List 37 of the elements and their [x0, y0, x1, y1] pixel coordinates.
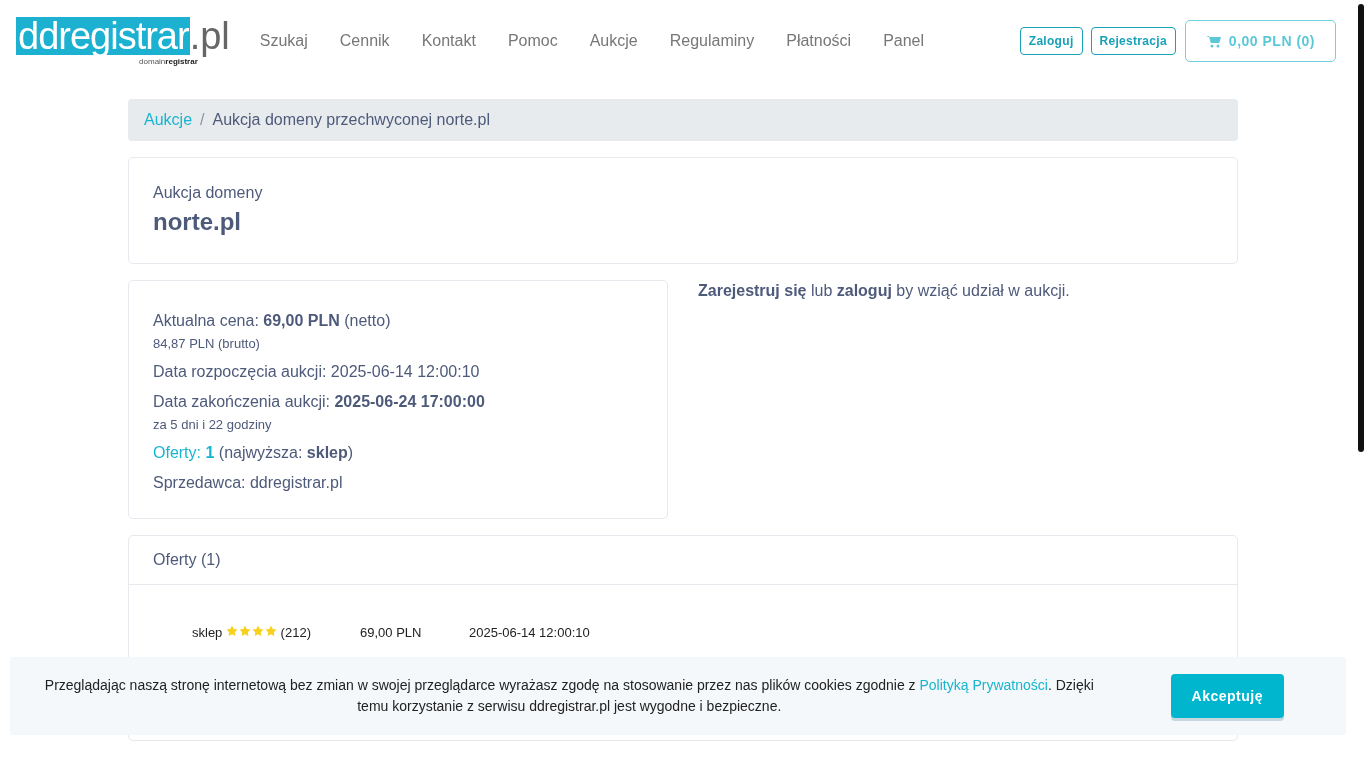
- header-button[interactable]: Rejestracja: [1090, 27, 1176, 55]
- nav-link[interactable]: Szukaj: [243, 32, 324, 50]
- cookie-notice: Przeglądając naszą stronę internetową bez zmian w swojej przeglądarce wyrażasz zgodę na stosowanie przez nas plików cookies zgodnie z Polityką Prywatności. Dzięki temu korzystanie z serwisu ddregistrar.pl jest wygodne i bezpieczne.: [43, 676, 1095, 716]
- star-icon: [265, 625, 277, 637]
- star-icon: [252, 625, 264, 637]
- detail-text: Aktualna cena: 69,00 PLN (netto): [153, 312, 392, 330]
- breadcrumb-separator: /: [200, 111, 205, 129]
- card-subtitle: Aukcja domeny: [153, 184, 264, 202]
- header-button[interactable]: Zaloguj: [1019, 27, 1083, 55]
- nav-link[interactable]: Panel: [867, 32, 941, 50]
- offers-title: Oferty (1): [129, 536, 1237, 585]
- detail-text: Data rozpoczęcia aukcji: 2025-06-14 12:00:10: [153, 363, 481, 381]
- privacy-link[interactable]: Polityką Prywatności: [919, 677, 1048, 693]
- nav-link[interactable]: Aukcje: [573, 32, 654, 50]
- nav-link[interactable]: Pomoc: [491, 32, 574, 50]
- nav-link[interactable]: Kontakt: [405, 32, 492, 50]
- cart-icon: [1205, 34, 1221, 48]
- bid-date: 2025-06-14 12:00:10: [469, 625, 590, 640]
- scrollbar[interactable]: [1358, 4, 1364, 452]
- nav-link[interactable]: Płatności: [770, 32, 868, 50]
- nav-link[interactable]: Regulaminy: [653, 32, 771, 50]
- breadcrumb-current: Aukcja domeny przechwyconej norte.pl: [212, 111, 490, 129]
- bidder-name: sklep: [192, 625, 223, 640]
- domain-title: norte.pl: [153, 208, 242, 236]
- bid-amount: 69,00 PLN: [360, 625, 423, 640]
- detail-text: (najwyższa: sklep): [218, 444, 354, 461]
- offers-link[interactable]: Oferty: 1: [153, 444, 215, 461]
- star-icon: [239, 625, 251, 637]
- detail-text: Sprzedawca: ddregistrar.pl: [153, 474, 344, 492]
- detail-note: za 5 dni i 22 godziny: [153, 417, 273, 432]
- nav-link[interactable]: Cennik: [323, 32, 406, 50]
- detail-text: Data zakończenia aukcji: 2025-06-24 17:00:00: [153, 393, 486, 411]
- login-prompt: Zarejestruj się lub zaloguj by wziąć udział w aukcji.: [698, 282, 1070, 300]
- detail-note: 84,87 PLN (brutto): [153, 336, 261, 351]
- accept-button[interactable]: Akceptuję: [1170, 674, 1284, 718]
- rating-count: (212): [280, 625, 311, 640]
- star-icon: [226, 625, 238, 637]
